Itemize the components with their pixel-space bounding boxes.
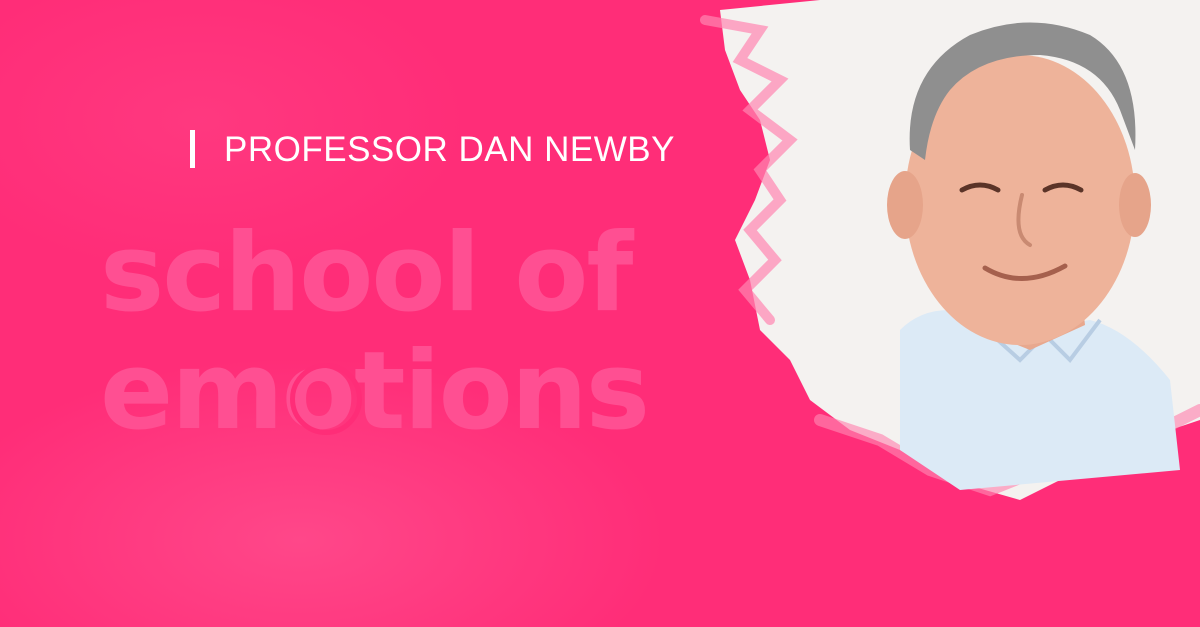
- ear-left: [887, 171, 923, 239]
- watermark-line-2: emo tions: [100, 333, 720, 451]
- watermark-line-2-start: em: [100, 329, 284, 454]
- watermark-line-1: school of: [100, 211, 633, 336]
- watermark-ring-letter-text: o: [281, 329, 356, 454]
- watermark-ring-letter: o: [282, 333, 362, 451]
- speaker-name: PROFESSOR DAN NEWBY: [224, 130, 675, 169]
- speaker-portrait-illustration: [700, 0, 1200, 500]
- ear-right: [1119, 173, 1151, 237]
- school-of-emotions-watermark: school of emo tions: [100, 215, 720, 451]
- watermark-line-2-end: tions: [354, 329, 650, 454]
- speaker-photo: [700, 0, 1200, 520]
- event-banner: school of emo tions PROFESSOR DAN NEWBY: [0, 0, 1200, 627]
- title-accent-bar: [190, 130, 195, 168]
